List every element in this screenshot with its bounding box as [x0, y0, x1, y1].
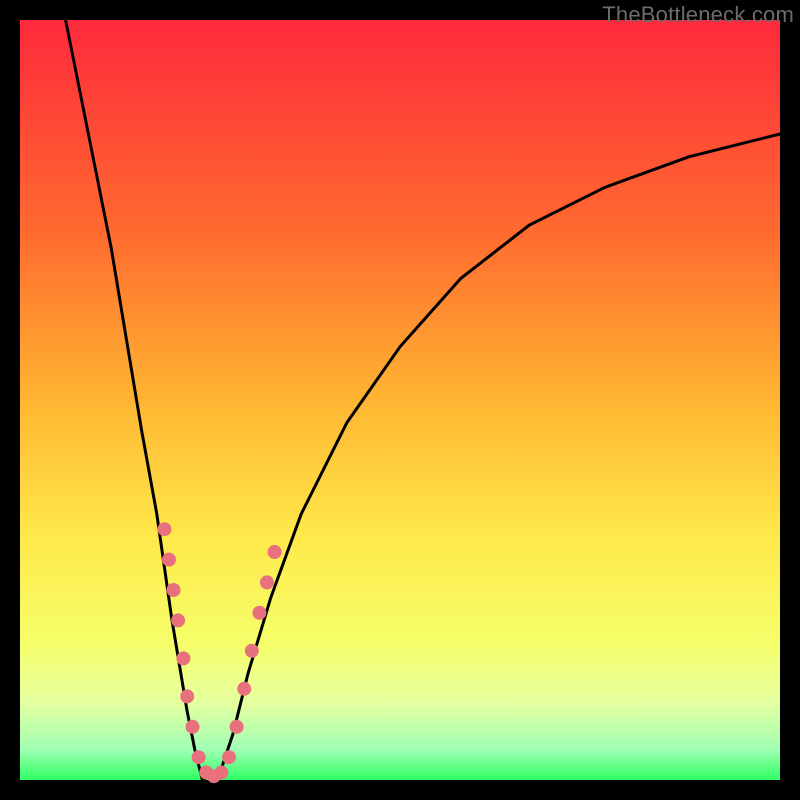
- curve-right-branch: [218, 134, 780, 780]
- data-bead: [252, 606, 266, 620]
- data-bead: [180, 689, 194, 703]
- data-bead: [245, 644, 259, 658]
- data-bead: [192, 750, 206, 764]
- data-bead: [222, 750, 236, 764]
- data-bead: [171, 613, 185, 627]
- data-bead: [237, 682, 251, 696]
- bottleneck-curve: [20, 20, 780, 780]
- data-bead: [268, 545, 282, 559]
- data-bead: [260, 575, 274, 589]
- data-bead: [214, 765, 228, 779]
- data-bead: [186, 720, 200, 734]
- data-bead: [176, 651, 190, 665]
- curve-left-branch: [66, 20, 203, 780]
- data-bead: [230, 720, 244, 734]
- data-bead: [162, 553, 176, 567]
- data-bead: [157, 522, 171, 536]
- data-bead: [167, 583, 181, 597]
